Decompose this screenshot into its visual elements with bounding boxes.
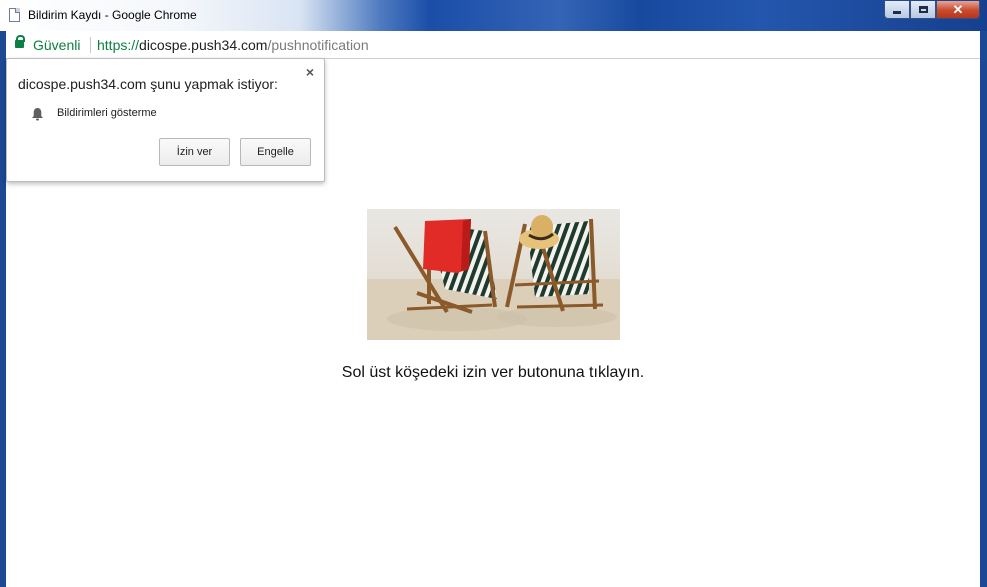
url-host: dicospe.push34.com: [139, 37, 268, 53]
maximize-button[interactable]: [910, 1, 936, 19]
prompt-close-icon[interactable]: ×: [304, 65, 316, 79]
url-text[interactable]: https://dicospe.push34.com/pushnotificat…: [97, 37, 369, 53]
prompt-title: dicospe.push34.com şunu yapmak istiyor:: [18, 76, 278, 92]
lock-icon[interactable]: [15, 35, 25, 48]
notification-permission-prompt: dicospe.push34.com şunu yapmak istiyor: …: [6, 58, 325, 182]
address-bar[interactable]: Güvenli https://dicospe.push34.com/pushn…: [6, 31, 980, 59]
page-icon: [9, 8, 20, 22]
minimize-icon: [893, 11, 901, 14]
bell-icon: [32, 108, 43, 121]
maximize-icon: [918, 6, 928, 13]
minimize-button[interactable]: [884, 1, 910, 19]
instruction-text: Sol üst köşedeki izin ver butonuna tıkla…: [341, 364, 645, 381]
browser-window: Bildirim Kaydı - Google Chrome ✕ Güvenli…: [0, 0, 987, 587]
window-controls: ✕: [884, 1, 980, 21]
url-separator: [90, 37, 91, 53]
allow-button[interactable]: İzin ver: [159, 138, 230, 166]
url-path: /pushnotification: [267, 37, 369, 53]
window-title: Bildirim Kaydı - Google Chrome: [28, 8, 197, 22]
block-button[interactable]: Engelle: [240, 138, 311, 166]
title-bar[interactable]: Bildirim Kaydı - Google Chrome ✕: [0, 0, 987, 31]
url-scheme: https://: [97, 37, 140, 53]
close-button[interactable]: ✕: [936, 1, 980, 19]
security-label[interactable]: Güvenli: [33, 37, 80, 53]
beach-chairs-image: [367, 209, 620, 340]
permission-text: Bildirimleri gösterme: [57, 107, 157, 119]
